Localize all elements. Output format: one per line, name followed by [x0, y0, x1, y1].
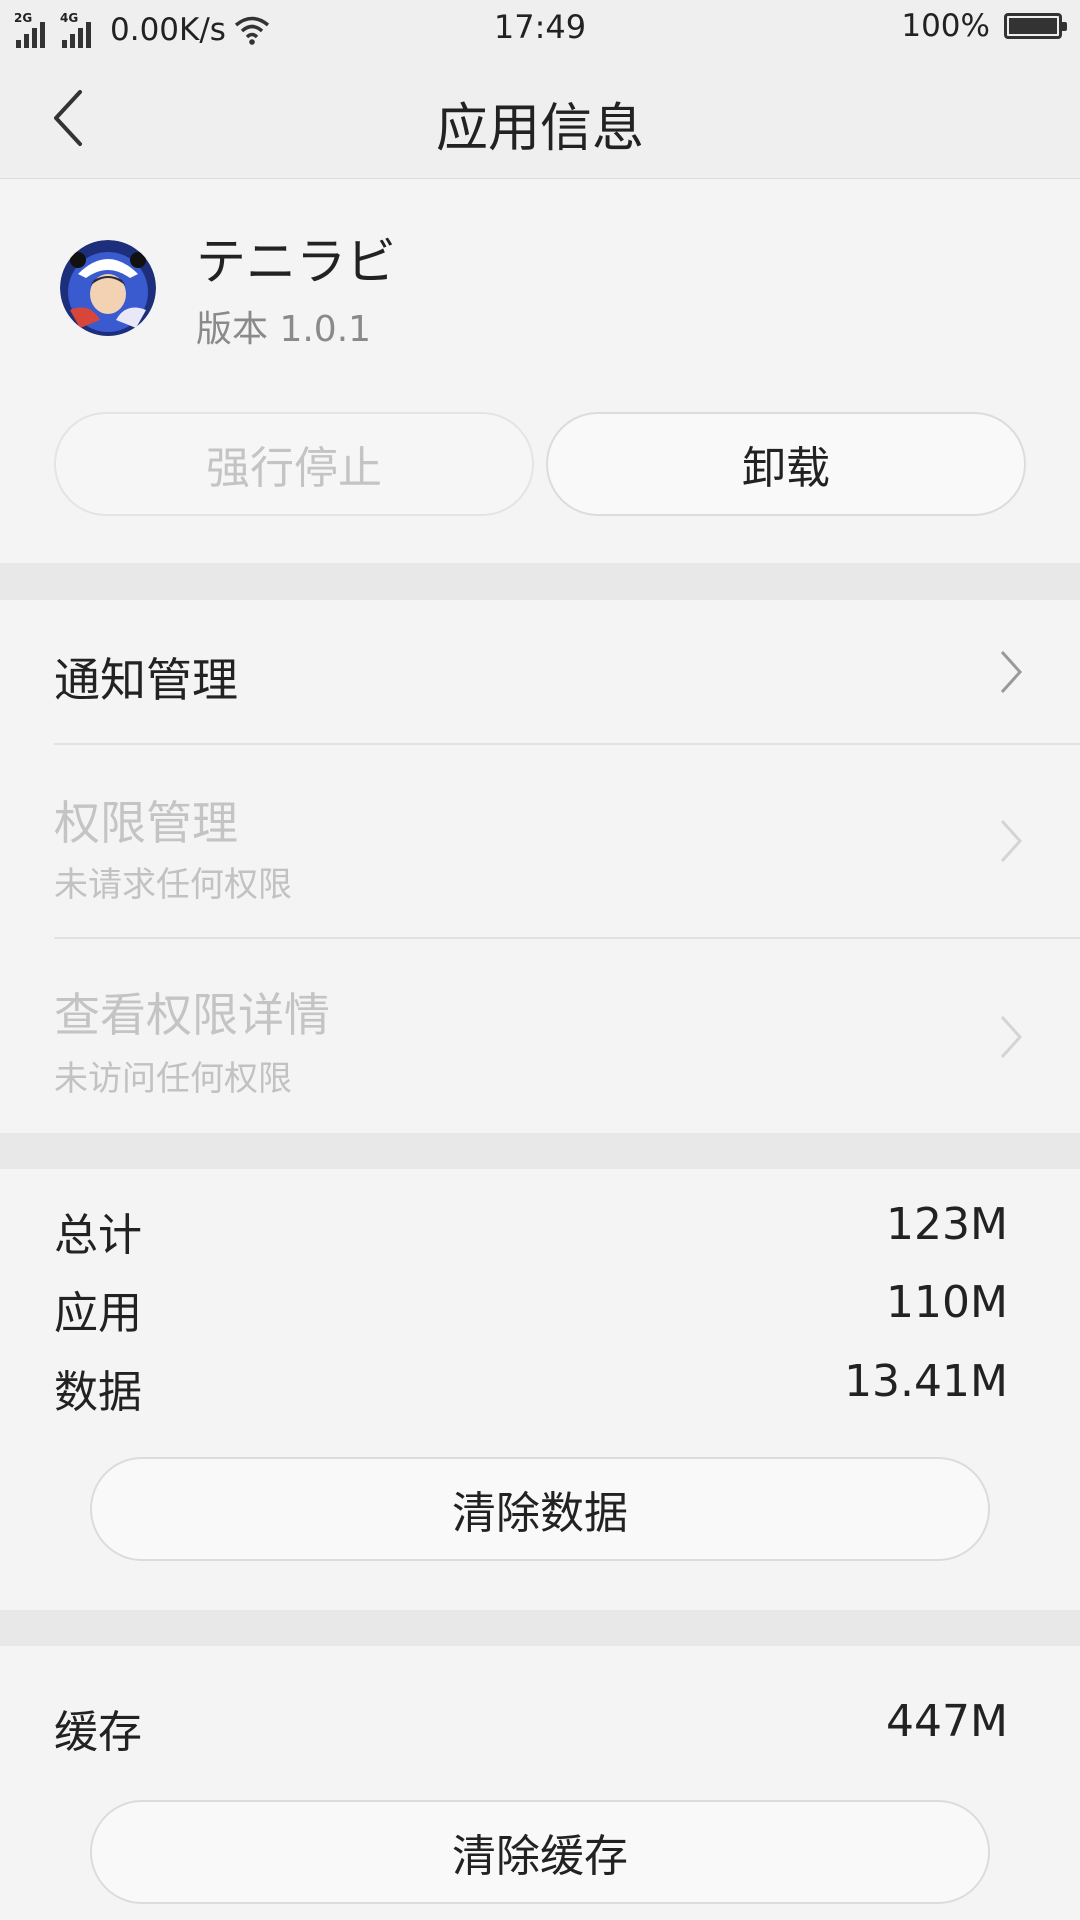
section-divider	[0, 1133, 1080, 1169]
chevron-right-icon	[1000, 819, 1023, 863]
data-size-label: 数据	[54, 1367, 142, 1418]
chevron-right-icon	[1000, 650, 1023, 694]
permission-management-subtitle: 未请求任何权限	[54, 865, 292, 905]
total-label: 总计	[54, 1210, 142, 1261]
permission-management-item[interactable]: 权限管理 未请求任何权限	[0, 745, 1080, 937]
cache-row: 缓存 447M	[54, 1696, 1008, 1758]
chevron-right-icon	[1000, 1015, 1023, 1059]
cache-value: 447M	[886, 1696, 1008, 1747]
cache-label: 缓存	[54, 1707, 142, 1758]
force-stop-button[interactable]: 强行停止	[54, 412, 534, 516]
clear-cache-button[interactable]: 清除缓存	[90, 1800, 990, 1904]
storage-section: 总计 123M 应用 110M 数据 13.41M 清除数据	[0, 1169, 1080, 1610]
section-divider	[0, 1610, 1080, 1646]
data-size-value: 13.41M	[844, 1356, 1008, 1407]
page-title: 应用信息	[435, 99, 644, 159]
total-value: 123M	[886, 1199, 1008, 1250]
notification-management-item[interactable]: 通知管理	[0, 600, 1080, 744]
uninstall-button[interactable]: 卸载	[546, 412, 1026, 516]
permission-details-subtitle: 未访问任何权限	[54, 1059, 292, 1099]
app-header-card: テニラビ 版本 1.0.1 强行停止 卸载	[0, 180, 1080, 563]
data-size-row: 数据 13.41M	[54, 1356, 1008, 1418]
app-size-label: 应用	[54, 1288, 142, 1339]
app-icon	[60, 240, 156, 336]
total-row: 总计 123M	[54, 1199, 1008, 1261]
app-version: 版本 1.0.1	[196, 309, 372, 350]
clear-data-button[interactable]: 清除数据	[90, 1457, 990, 1561]
app-size-value: 110M	[886, 1277, 1008, 1328]
battery-percent: 100%	[901, 8, 990, 44]
permission-details-label: 查看权限详情	[54, 988, 330, 1042]
section-divider	[0, 563, 1080, 600]
battery-icon	[1004, 13, 1067, 39]
permission-details-item[interactable]: 查看权限详情 未访问任何权限	[0, 939, 1080, 1133]
notification-management-label: 通知管理	[54, 653, 238, 707]
app-size-row: 应用 110M	[54, 1277, 1008, 1339]
app-name: テニラビ	[196, 233, 396, 291]
status-bar: 2G 4G 0.00K/s 17:49 100%	[0, 0, 1080, 58]
cache-section: 缓存 447M 清除缓存	[0, 1646, 1080, 1920]
permission-management-label: 权限管理	[54, 796, 238, 850]
title-bar: 应用信息	[0, 58, 1080, 179]
